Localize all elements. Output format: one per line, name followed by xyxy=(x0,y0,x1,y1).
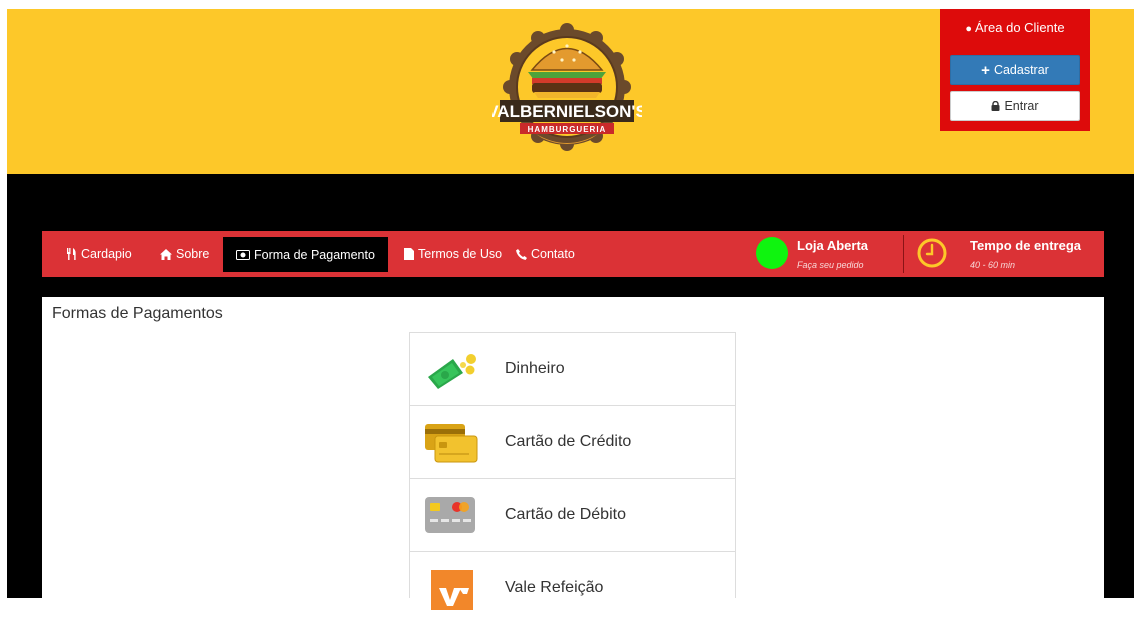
payment-label: Vale Refeição xyxy=(505,579,604,596)
cutlery-icon xyxy=(67,248,76,260)
nav-label: Sobre xyxy=(176,247,210,261)
debit-card-icon xyxy=(425,497,475,533)
cash-icon xyxy=(428,354,476,389)
store-status-indicator xyxy=(756,237,788,269)
brand-name: VALBERNIELSON'S xyxy=(492,102,642,121)
client-area-panel: ● Área do Cliente + Cadastrar Entrar xyxy=(940,9,1090,131)
store-status-title: Loja Aberta xyxy=(797,238,869,253)
nav-label: Contato xyxy=(531,247,575,261)
brand-logo[interactable]: VALBERNIELSON'S HAMBURGUERIA xyxy=(492,22,642,152)
nav-item-termos-de-uso[interactable]: Termos de Uso xyxy=(404,231,502,277)
home-icon xyxy=(160,248,172,260)
nav-label: Cardapio xyxy=(81,247,132,261)
main-nav: Cardapio Sobre Forma de Pagamento Termos… xyxy=(42,231,1104,277)
store-status-subtitle: Faça seu pedido xyxy=(797,260,864,270)
client-area-label: Área do Cliente xyxy=(975,20,1065,35)
page-title: Formas de Pagamentos xyxy=(52,305,223,322)
nav-item-forma-de-pagamento[interactable]: Forma de Pagamento xyxy=(223,237,388,272)
user-icon: ● xyxy=(965,23,973,35)
plus-icon: + xyxy=(981,61,990,79)
delivery-time-range: 40 - 60 min xyxy=(970,260,1016,270)
brand-tagline: HAMBURGUERIA xyxy=(528,125,607,134)
payment-methods-panel: Formas de Pagamentos Dinheiro Cartão de … xyxy=(42,297,1104,610)
money-icon xyxy=(236,249,250,260)
client-area-title: ● Área do Cliente xyxy=(940,20,1090,35)
meal-voucher-icon xyxy=(431,570,473,610)
payment-list: Dinheiro Cartão de Crédito Cartão de Déb… xyxy=(409,332,736,610)
lock-icon xyxy=(991,101,1000,111)
login-label: Entrar xyxy=(1004,99,1039,113)
payment-label: Cartão de Débito xyxy=(505,506,626,523)
nav-divider xyxy=(903,235,904,273)
delivery-time-title: Tempo de entrega xyxy=(970,238,1082,253)
payment-item-vale-refeicao[interactable]: Vale Refeição xyxy=(410,552,735,625)
clock-icon xyxy=(917,238,947,268)
credit-card-icon xyxy=(425,424,478,463)
payment-item-cartao-de-credito[interactable]: Cartão de Crédito xyxy=(410,406,735,479)
payment-item-dinheiro[interactable]: Dinheiro xyxy=(410,333,735,406)
payment-item-cartao-de-debito[interactable]: Cartão de Débito xyxy=(410,479,735,552)
document-icon xyxy=(404,248,414,260)
nav-item-sobre[interactable]: Sobre xyxy=(160,231,209,277)
login-button[interactable]: Entrar xyxy=(950,91,1080,121)
payment-label: Cartão de Crédito xyxy=(505,433,632,450)
nav-label: Termos de Uso xyxy=(418,247,503,261)
nav-item-cardapio[interactable]: Cardapio xyxy=(66,231,132,277)
phone-icon xyxy=(516,248,527,260)
register-button[interactable]: + Cadastrar xyxy=(950,55,1080,85)
payment-label: Dinheiro xyxy=(505,360,565,377)
nav-label: Forma de Pagamento xyxy=(254,247,375,262)
register-label: Cadastrar xyxy=(993,63,1049,77)
nav-item-contato[interactable]: Contato xyxy=(516,231,575,277)
